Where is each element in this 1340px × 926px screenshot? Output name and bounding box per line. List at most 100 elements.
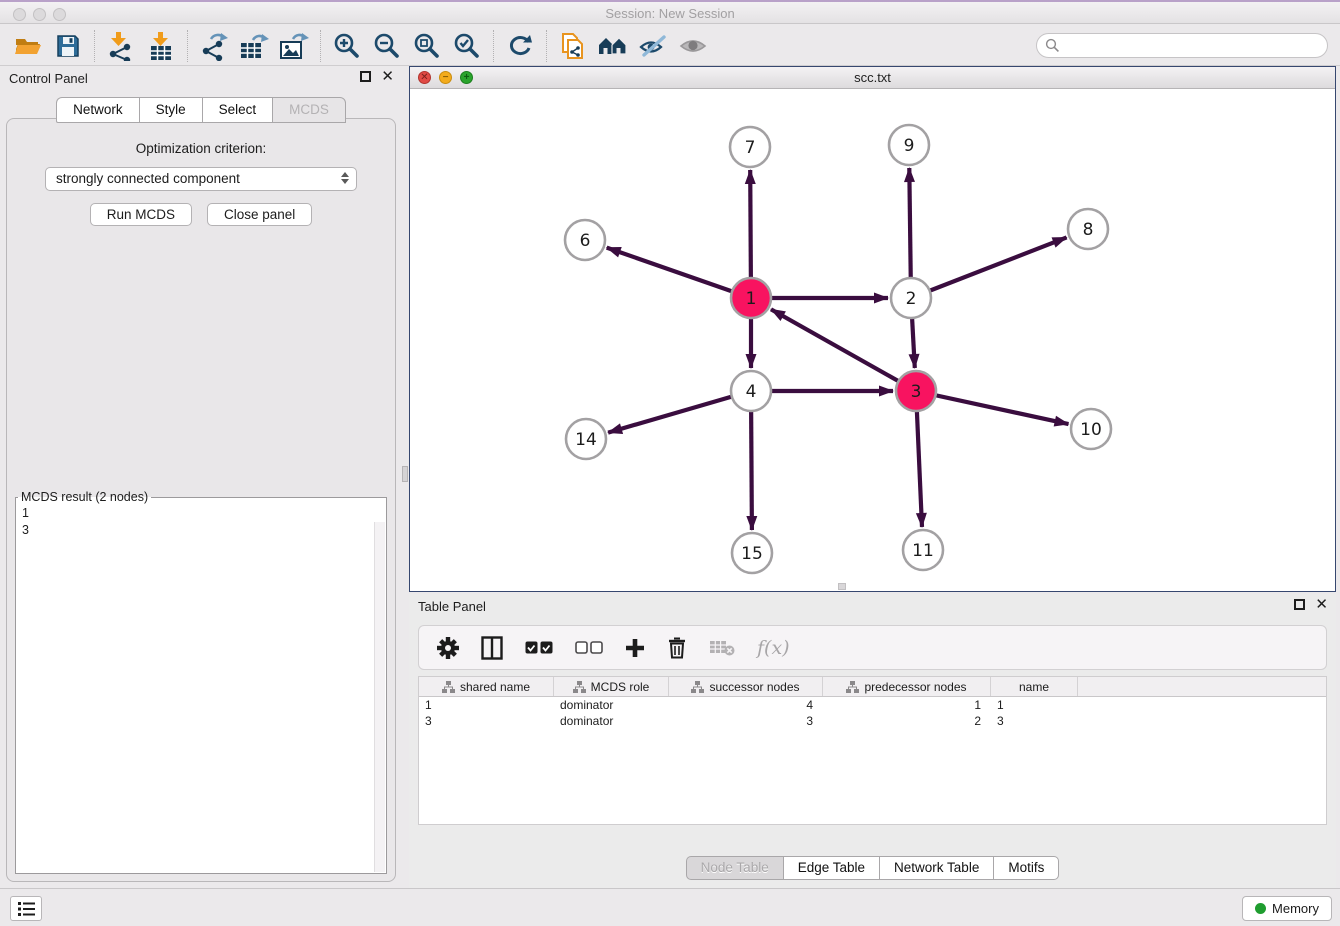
column-header-successor-nodes[interactable]: successor nodes	[669, 677, 823, 696]
node-table: shared name MCDS role successor nodes pr…	[418, 676, 1327, 825]
graph-node-15: 15	[732, 533, 772, 573]
main-titlebar: Session: New Session	[0, 0, 1340, 24]
tab-edge-table[interactable]: Edge Table	[783, 856, 879, 880]
network-view-window: ✕ − + scc.txt 7968124314101511	[409, 66, 1336, 592]
vertical-splitter[interactable]	[402, 66, 408, 888]
cell-name[interactable]: 1	[991, 697, 1078, 713]
column-header-name[interactable]: name	[991, 677, 1078, 696]
network-window-titlebar[interactable]: ✕ − + scc.txt	[410, 67, 1335, 89]
gear-icon	[437, 637, 459, 659]
result-line: 1	[22, 505, 386, 522]
import-network-icon	[107, 31, 135, 61]
cell-mcds-role[interactable]: dominator	[554, 697, 669, 713]
cell-predecessor-nodes[interactable]: 1	[823, 697, 991, 713]
eye-slash-icon	[638, 34, 668, 58]
optimization-criterion-label: Optimization criterion:	[7, 141, 395, 156]
export-table-button[interactable]	[234, 28, 274, 64]
first-neighbors-button[interactable]	[593, 28, 633, 64]
cell-predecessor-nodes[interactable]: 2	[823, 713, 991, 729]
refresh-layout-button[interactable]	[500, 28, 540, 64]
column-edit-icon	[573, 681, 586, 693]
function-builder-button[interactable]: f(x)	[757, 637, 790, 659]
run-mcds-button[interactable]: Run MCDS	[90, 203, 192, 226]
unchecked-boxes-icon	[575, 641, 603, 654]
table-settings-button[interactable]	[437, 637, 459, 659]
show-all-button[interactable]	[673, 28, 713, 64]
list-icon	[18, 902, 35, 916]
cell-name[interactable]: 3	[991, 713, 1078, 729]
zoom-in-button[interactable]	[327, 28, 367, 64]
select-all-button[interactable]	[525, 641, 553, 654]
clone-network-button[interactable]	[553, 28, 593, 64]
delete-column-button[interactable]	[667, 636, 687, 659]
zoom-selected-button[interactable]	[447, 28, 487, 64]
show-columns-button[interactable]	[481, 636, 503, 660]
float-panel-icon[interactable]	[360, 71, 371, 82]
save-session-button[interactable]	[48, 28, 88, 64]
table-panel-title: Table Panel	[418, 599, 486, 614]
zoom-fit-button[interactable]	[407, 28, 447, 64]
task-history-button[interactable]	[10, 896, 42, 921]
memory-label: Memory	[1272, 901, 1319, 916]
zoom-out-icon	[373, 32, 401, 60]
export-network-button[interactable]	[194, 28, 234, 64]
tab-node-table[interactable]: Node Table	[686, 856, 783, 880]
checked-boxes-icon	[525, 641, 553, 654]
close-table-panel-icon[interactable]: ✕	[1315, 599, 1328, 610]
column-edit-icon	[846, 681, 859, 693]
search-input[interactable]	[1036, 33, 1328, 58]
canvas-scroll-grip[interactable]	[838, 583, 846, 590]
edge-3-10	[916, 391, 1069, 424]
network-canvas[interactable]: 7968124314101511	[410, 89, 1335, 591]
cell-successor-nodes[interactable]: 3	[669, 713, 823, 729]
add-column-button[interactable]	[625, 638, 645, 658]
splitter-grip[interactable]	[402, 466, 408, 482]
column-header-mcds-role[interactable]: MCDS role	[554, 677, 669, 696]
float-table-panel-icon[interactable]	[1294, 599, 1305, 610]
network-window-title: scc.txt	[410, 70, 1335, 85]
table-row[interactable]: 1 dominator 4 1 1	[419, 697, 1326, 713]
node-table-header: shared name MCDS role successor nodes pr…	[419, 677, 1326, 697]
control-panel-header: Control Panel ✕	[0, 66, 402, 92]
application-window: Session: New Session	[0, 0, 1340, 926]
edge-3-1	[771, 309, 916, 391]
cell-successor-nodes[interactable]: 4	[669, 697, 823, 713]
svg-text:4: 4	[746, 382, 757, 402]
criterion-dropdown[interactable]: strongly connected component	[45, 167, 357, 191]
svg-text:7: 7	[745, 138, 756, 158]
result-line: 3	[22, 522, 386, 539]
close-panel-icon[interactable]: ✕	[381, 71, 394, 82]
cell-shared-name[interactable]: 3	[419, 713, 554, 729]
tab-select[interactable]: Select	[202, 97, 273, 123]
delete-table-button[interactable]	[709, 639, 735, 656]
table-row[interactable]: 3 dominator 3 2 3	[419, 713, 1326, 729]
memory-button[interactable]: Memory	[1242, 896, 1332, 921]
close-panel-button[interactable]: Close panel	[207, 203, 312, 226]
cell-mcds-role[interactable]: dominator	[554, 713, 669, 729]
tab-motifs[interactable]: Motifs	[993, 856, 1059, 880]
import-network-button[interactable]	[101, 28, 141, 64]
tab-mcds[interactable]: MCDS	[272, 97, 346, 123]
export-image-button[interactable]	[274, 28, 314, 64]
svg-text:8: 8	[1083, 220, 1094, 240]
svg-text:3: 3	[911, 382, 922, 402]
deselect-all-button[interactable]	[575, 641, 603, 654]
zoom-out-button[interactable]	[367, 28, 407, 64]
graph-node-11: 11	[903, 530, 943, 570]
status-bar: Memory	[0, 888, 1340, 926]
tab-network[interactable]: Network	[56, 97, 139, 123]
open-session-button[interactable]	[8, 28, 48, 64]
column-header-predecessor-nodes[interactable]: predecessor nodes	[823, 677, 991, 696]
save-floppy-icon	[56, 34, 80, 58]
hide-selected-button[interactable]	[633, 28, 673, 64]
tab-network-table[interactable]: Network Table	[879, 856, 993, 880]
tab-style[interactable]: Style	[139, 97, 202, 123]
column-header-shared-name[interactable]: shared name	[419, 677, 554, 696]
import-table-button[interactable]	[141, 28, 181, 64]
svg-text:1: 1	[746, 289, 757, 309]
dropdown-stepper-icon	[341, 172, 349, 184]
graph-node-9: 9	[889, 125, 929, 165]
graph-node-14: 14	[566, 419, 606, 459]
cell-shared-name[interactable]: 1	[419, 697, 554, 713]
result-scrollbar[interactable]	[374, 522, 385, 872]
